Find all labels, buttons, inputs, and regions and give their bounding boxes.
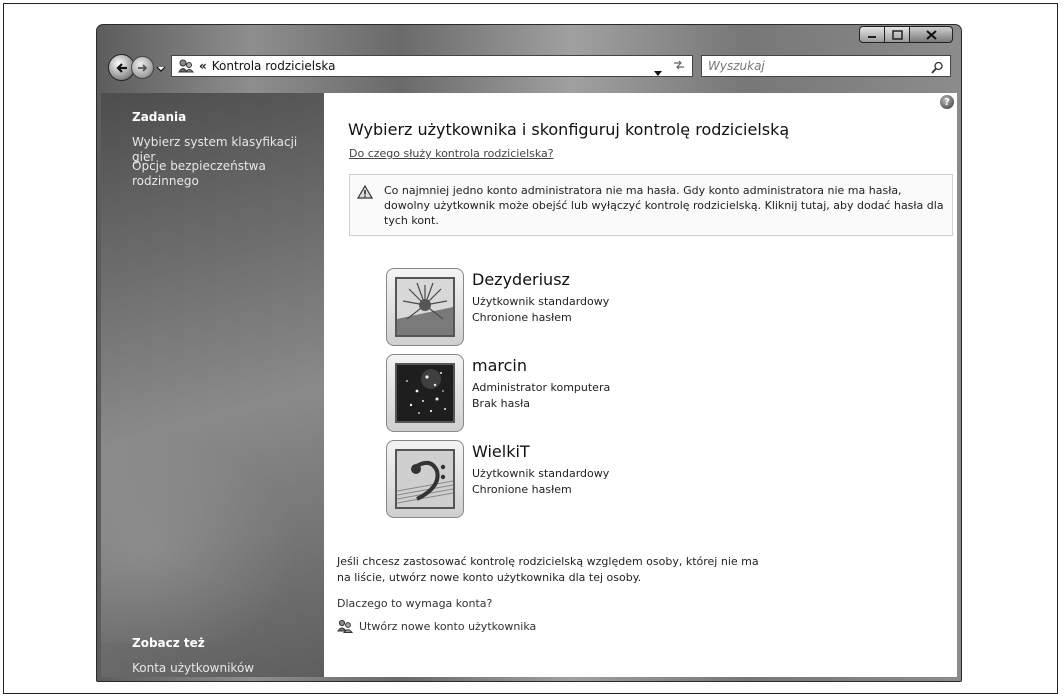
close-icon <box>925 29 937 40</box>
stars-picture-icon <box>395 363 455 423</box>
user-name: Dezyderiusz <box>472 270 570 289</box>
admin-password-warning[interactable]: Co najmniej jedno konto administratora n… <box>349 174 953 236</box>
user-password-status: Brak hasła <box>472 397 530 410</box>
refresh-icon <box>674 60 684 70</box>
warning-icon <box>356 184 374 203</box>
close-button[interactable] <box>910 26 953 43</box>
title-bar[interactable] <box>97 25 961 47</box>
parental-controls-icon <box>178 59 194 73</box>
flower-picture-icon <box>395 277 455 337</box>
search-box[interactable]: Wyszukaj <box>701 55 951 77</box>
see-also-heading: Zobacz też <box>132 636 205 650</box>
address-dropdown-button[interactable] <box>654 62 662 81</box>
tasks-sidebar: Zadania Wybierz system klasyfikacji gier… <box>101 93 324 677</box>
breadcrumb-location[interactable]: Kontrola rodzicielska <box>212 59 336 73</box>
create-account-link[interactable]: Utwórz nowe konto użytkownika <box>337 619 536 633</box>
search-icon[interactable] <box>931 59 944 78</box>
window-content: Zadania Wybierz system klasyfikacji gier… <box>101 93 957 677</box>
maximize-icon <box>891 29 903 40</box>
avatar <box>386 440 464 518</box>
parental-controls-window: « Kontrola rodzicielska Wyszukaj Zadania… <box>96 24 962 682</box>
sidebar-decoration <box>101 413 324 643</box>
help-icon[interactable]: ? <box>940 95 954 109</box>
user-tile-wielkit[interactable]: WielkiT Użytkownik standardowy Chronione… <box>386 440 786 520</box>
refresh-button[interactable] <box>672 59 686 74</box>
minimize-button[interactable] <box>859 26 885 43</box>
sidebar-link-user-accounts[interactable]: Konta użytkowników <box>132 661 322 676</box>
page-title: Wybierz użytkownika i skonfiguruj kontro… <box>348 120 790 139</box>
maximize-button[interactable] <box>885 26 910 43</box>
window-controls <box>859 26 953 43</box>
minimize-icon <box>868 35 876 38</box>
chevron-down-icon <box>156 66 166 72</box>
user-tile-dezyderiusz[interactable]: Dezyderiusz Użytkownik standardowy Chron… <box>386 268 786 348</box>
why-account-link[interactable]: Dlaczego to wymaga konta? <box>337 597 492 610</box>
avatar <box>386 354 464 432</box>
user-account-type: Użytkownik standardowy <box>472 295 610 308</box>
user-name: marcin <box>472 356 527 375</box>
users-icon <box>337 619 353 633</box>
new-account-info: Jeśli chcesz zastosować kontrolę rodzici… <box>337 555 759 584</box>
forward-arrow-icon <box>137 63 147 72</box>
address-bar[interactable]: « Kontrola rodzicielska <box>171 55 693 77</box>
user-name: WielkiT <box>472 442 530 461</box>
bass-clef-picture-icon <box>395 449 455 509</box>
navigation-bar: « Kontrola rodzicielska Wyszukaj <box>97 47 961 91</box>
user-password-status: Chronione hasłem <box>472 483 572 496</box>
user-account-type: Użytkownik standardowy <box>472 467 610 480</box>
user-account-type: Administrator komputera <box>472 381 611 394</box>
sidebar-link-family-safety[interactable]: Opcje bezpieczeństwa rodzinnego <box>132 159 282 189</box>
main-panel: ? Wybierz użytkownika i skonfiguruj kont… <box>324 93 957 677</box>
create-account-label[interactable]: Utwórz nowe konto użytkownika <box>359 620 536 633</box>
back-arrow-icon <box>115 62 127 73</box>
help-link[interactable]: Do czego służy kontrola rodzicielska? <box>349 147 554 160</box>
user-password-status: Chronione hasłem <box>472 311 572 324</box>
breadcrumb-overflow[interactable]: « <box>199 59 207 73</box>
user-tile-marcin[interactable]: marcin Administrator komputera Brak hasł… <box>386 354 786 434</box>
forward-button[interactable] <box>131 56 154 79</box>
recent-pages-dropdown[interactable] <box>156 58 166 77</box>
warning-text: Co najmniej jedno konto administratora n… <box>384 184 944 227</box>
search-placeholder: Wyszukaj <box>708 59 765 73</box>
avatar <box>386 268 464 346</box>
chevron-down-icon <box>654 71 662 76</box>
tasks-heading: Zadania <box>132 110 187 124</box>
